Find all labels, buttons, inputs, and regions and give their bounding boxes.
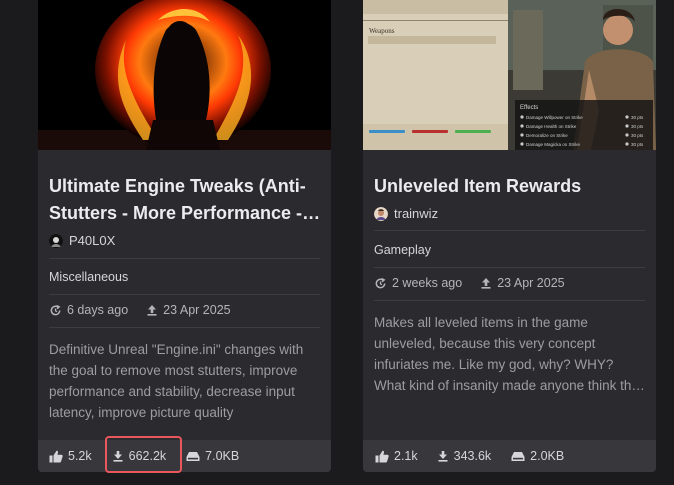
thumb-effect-value-1: 30 pts: [631, 115, 644, 120]
upload-icon: [480, 277, 492, 289]
thumb-effect-value-2: 30 pts: [631, 124, 644, 129]
file-size: 2.0KB: [530, 449, 565, 463]
author-avatar: [49, 233, 63, 248]
thumbnail-game-screenshot: Weapons Effects Damage Willpower on Stri…: [363, 0, 656, 150]
divider: [49, 258, 320, 259]
thumb-effect-value-4: 30 pts: [631, 142, 644, 147]
updated-date: 2 weeks ago: [392, 276, 463, 290]
downloads-count: 662.2k: [128, 449, 167, 463]
thumb-panel-title: Weapons: [369, 27, 395, 35]
mod-title[interactable]: Ultimate Engine Tweaks (Anti-Stutters - …: [49, 173, 321, 227]
mod-thumbnail[interactable]: Weapons Effects Damage Willpower on Stri…: [363, 0, 656, 150]
file-size: 7.0KB: [205, 449, 240, 463]
downloads-stat: 662.2k: [112, 449, 167, 463]
mod-dates: 6 days ago 23 Apr 2025: [49, 303, 231, 317]
mod-author[interactable]: P40L0X: [49, 233, 115, 248]
endorsements-stat: 2.1k: [375, 449, 418, 463]
thumbs-up-icon: [375, 450, 389, 463]
endorsements-stat: 5.2k: [49, 449, 92, 463]
author-avatar: [374, 206, 388, 221]
thumb-effect-value-3: 30 pts: [631, 133, 644, 138]
thumbnail-fire-art: [38, 0, 331, 150]
mod-description: Makes all leveled items in the game unle…: [374, 315, 642, 393]
thumb-effects-title: Effects: [520, 105, 538, 111]
download-icon: [112, 450, 124, 462]
mod-category[interactable]: Gameplay: [374, 243, 431, 257]
mod-thumbnail[interactable]: [38, 0, 331, 150]
downloads-stat: 343.6k: [437, 449, 492, 463]
divider: [374, 267, 645, 268]
thumb-effect-3: Demoralize on Strike: [526, 133, 568, 138]
mod-title[interactable]: Unleveled Item Rewards: [374, 173, 646, 200]
author-name[interactable]: P40L0X: [69, 233, 115, 248]
mod-card[interactable]: Ultimate Engine Tweaks (Anti-Stutters - …: [38, 0, 331, 472]
mod-card[interactable]: Weapons Effects Damage Willpower on Stri…: [363, 0, 656, 472]
endorsements-count: 2.1k: [394, 449, 418, 463]
download-icon: [437, 450, 449, 462]
thumb-effect-4: Damage Magicka on Strike: [526, 142, 581, 147]
thumb-effect-2: Damage Health on Strike: [526, 124, 577, 129]
divider: [49, 294, 320, 295]
endorsements-count: 5.2k: [68, 449, 92, 463]
updated-date: 6 days ago: [67, 303, 129, 317]
mod-dates: 2 weeks ago 23 Apr 2025: [374, 276, 565, 290]
mod-category[interactable]: Miscellaneous: [49, 270, 128, 284]
hard-drive-icon: [186, 451, 200, 462]
author-name[interactable]: trainwiz: [394, 206, 438, 221]
thumbs-up-icon: [49, 450, 63, 463]
uploaded-date: 23 Apr 2025: [163, 303, 231, 317]
mod-description: Definitive Unreal "Engine.ini" changes w…: [49, 342, 304, 420]
updated-icon: [49, 304, 62, 317]
mod-stats-bar: 5.2k 662.2k 7.0KB: [38, 440, 331, 472]
thumb-effect-1: Damage Willpower on Strike: [526, 115, 583, 120]
file-size-stat: 7.0KB: [186, 449, 239, 463]
divider: [374, 300, 645, 301]
uploaded-date: 23 Apr 2025: [497, 276, 565, 290]
downloads-count: 343.6k: [453, 449, 492, 463]
mod-author[interactable]: trainwiz: [374, 206, 438, 221]
divider: [49, 327, 320, 328]
updated-icon: [374, 277, 387, 290]
divider: [374, 230, 645, 231]
hard-drive-icon: [511, 451, 525, 462]
mod-stats-bar: 2.1k 343.6k 2.0KB: [363, 440, 656, 472]
upload-icon: [146, 304, 158, 316]
file-size-stat: 2.0KB: [511, 449, 564, 463]
